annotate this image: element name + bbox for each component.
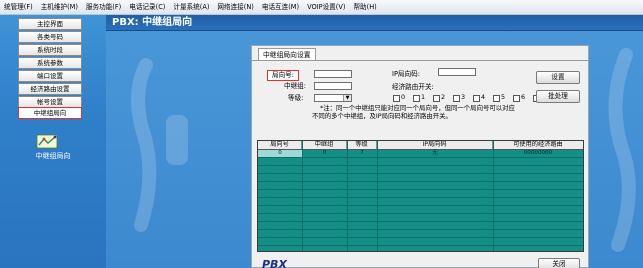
menu-voip[interactable]: VOIP设置(V) [303,0,349,14]
column-header-ip-code[interactable]: IP局向码 [377,141,493,149]
column-header-office[interactable]: 局向号 [258,141,302,149]
tab-divider [252,60,588,61]
ip-office-code-input[interactable] [438,68,476,76]
lcr-switch-label: 经济路由开关: [392,83,434,91]
set-button[interactable]: 设置 [536,71,580,84]
grid-line [258,173,583,174]
grid-line [258,237,583,238]
lcr-switch-checkbox-3[interactable] [453,95,460,102]
table-cell-ip-code: 无 [432,150,438,156]
sidebar-item-main-console[interactable]: 主控界面 [18,18,82,30]
note-line-2: 不同的多个中继组，及IP局向码和经济路由开关。 [312,112,452,120]
trunk-routing-dialog: 中继组局向设置 局向号: 中继组: 等级: ▼ IP局向码: 经济路由开关: 0… [251,45,589,268]
menu-service[interactable]: 服务功能(F) [82,0,125,14]
lcr-switch-checkbox-6[interactable] [513,95,520,102]
grid-column-line [493,141,494,251]
trunk-routing-table: 局向号 中继组 等级 IP局向码 可使用的经济路由 0 0 7 无 000000… [257,140,584,252]
column-header-level[interactable]: 等级 [347,141,377,149]
route-map-icon[interactable] [36,133,58,149]
office-number-label: 局向号: [267,70,300,81]
table-cell-office: 0 [258,150,302,157]
sidebar-icon-caption: 中继组局向 [35,152,71,160]
column-header-trunk[interactable]: 中继组 [302,141,347,149]
batch-process-button[interactable]: 批处理 [536,90,580,103]
sidebar-item-lcr-settings[interactable]: 经济路由设置 [18,83,82,95]
column-header-lcr[interactable]: 可使用的经济路由 [493,141,583,149]
content-area: PBX: 中继组局向 中继组局向设置 局向号: 中继组: 等级: ▼ IP局向码… [106,15,643,268]
table-header: 局向号 中继组 等级 IP局向码 可使用的经济路由 [258,141,583,150]
grid-line [258,229,583,230]
menu-interconnect[interactable]: 电话互连(M) [258,0,303,14]
trunk-group-input[interactable] [314,82,352,90]
menu-call-records[interactable]: 电话记录(C) [125,0,169,14]
grid-column-line [302,141,303,251]
table-cell-lcr: 00000000 [523,150,553,156]
office-number-input[interactable] [314,70,352,78]
sidebar-item-system-params[interactable]: 系统参数 [18,57,82,69]
grid-line [258,221,583,222]
sidebar-item-port-settings[interactable]: 端口设置 [18,70,82,82]
grid-line [258,197,583,198]
menu-host-maintenance[interactable]: 主机维护(M) [37,0,82,14]
grid-column-line [377,141,378,251]
grid-line [258,157,583,158]
trunk-group-label: 中继组: [284,82,307,90]
menu-system[interactable]: 统管理(F) [0,0,37,14]
chevron-down-icon: ▼ [343,95,351,101]
grid-line [258,205,583,206]
lcr-switch-checkbox-2[interactable] [433,95,440,102]
lcr-switch-checkbox-0[interactable] [393,95,400,102]
lcr-switch-checkbox-4[interactable] [473,95,480,102]
grid-column-line [347,141,348,251]
lcr-switch-checkbox-5[interactable] [493,95,500,102]
menu-billing[interactable]: 计量系统(A) [169,0,213,14]
phone-watermark-left [130,58,188,232]
table-cell-trunk: 0 [322,150,327,156]
level-label: 等级: [288,94,304,102]
sidebar: 主控界面 各类号码 系统时段 系统参数 端口设置 经济路由设置 帐号设置 中继组… [0,15,106,268]
table-row[interactable]: 0 0 7 无 00000000 [258,150,583,157]
menu-bar: 统管理(F) 主机维护(M) 服务功能(F) 电话记录(C) 计量系统(A) 网… [0,0,643,15]
grid-line [258,213,583,214]
lcr-switch-label-0: 0 [401,93,406,101]
level-select[interactable]: ▼ [314,94,352,102]
grid-line [258,181,583,182]
ip-office-code-label: IP局向码: [392,70,420,78]
close-button[interactable]: 关闭 [538,258,580,268]
sidebar-item-time-periods[interactable]: 系统时段 [18,44,82,56]
lcr-switch-label-4: 4 [481,93,486,101]
grid-line [258,189,583,190]
menu-help[interactable]: 帮助(H) [349,0,380,14]
grid-line [258,165,583,166]
sidebar-item-trunk-routing[interactable]: 中继组局向 [18,107,82,119]
grid-line [258,245,583,246]
menu-network[interactable]: 网络连接(N) [213,0,257,14]
table-cell-level: 7 [360,150,364,156]
lcr-switch-label-2: 2 [441,93,446,101]
lcr-switch-label-5: 5 [501,93,506,101]
pbx-logo: PBX [262,258,287,268]
lcr-switch-label-1: 1 [421,93,426,101]
page-title: PBX: 中继组局向 [106,15,643,31]
lcr-switch-checkbox-1[interactable] [413,95,420,102]
note-line-1: *注：同一个中继组只能对应同一个局向号，但同一个局向号可以对应 [320,104,515,112]
phone-watermark-right [608,48,636,252]
sidebar-item-numbers[interactable]: 各类号码 [18,31,82,43]
lcr-switch-label-6: 6 [521,93,526,101]
lcr-switch-label-3: 3 [461,93,466,101]
